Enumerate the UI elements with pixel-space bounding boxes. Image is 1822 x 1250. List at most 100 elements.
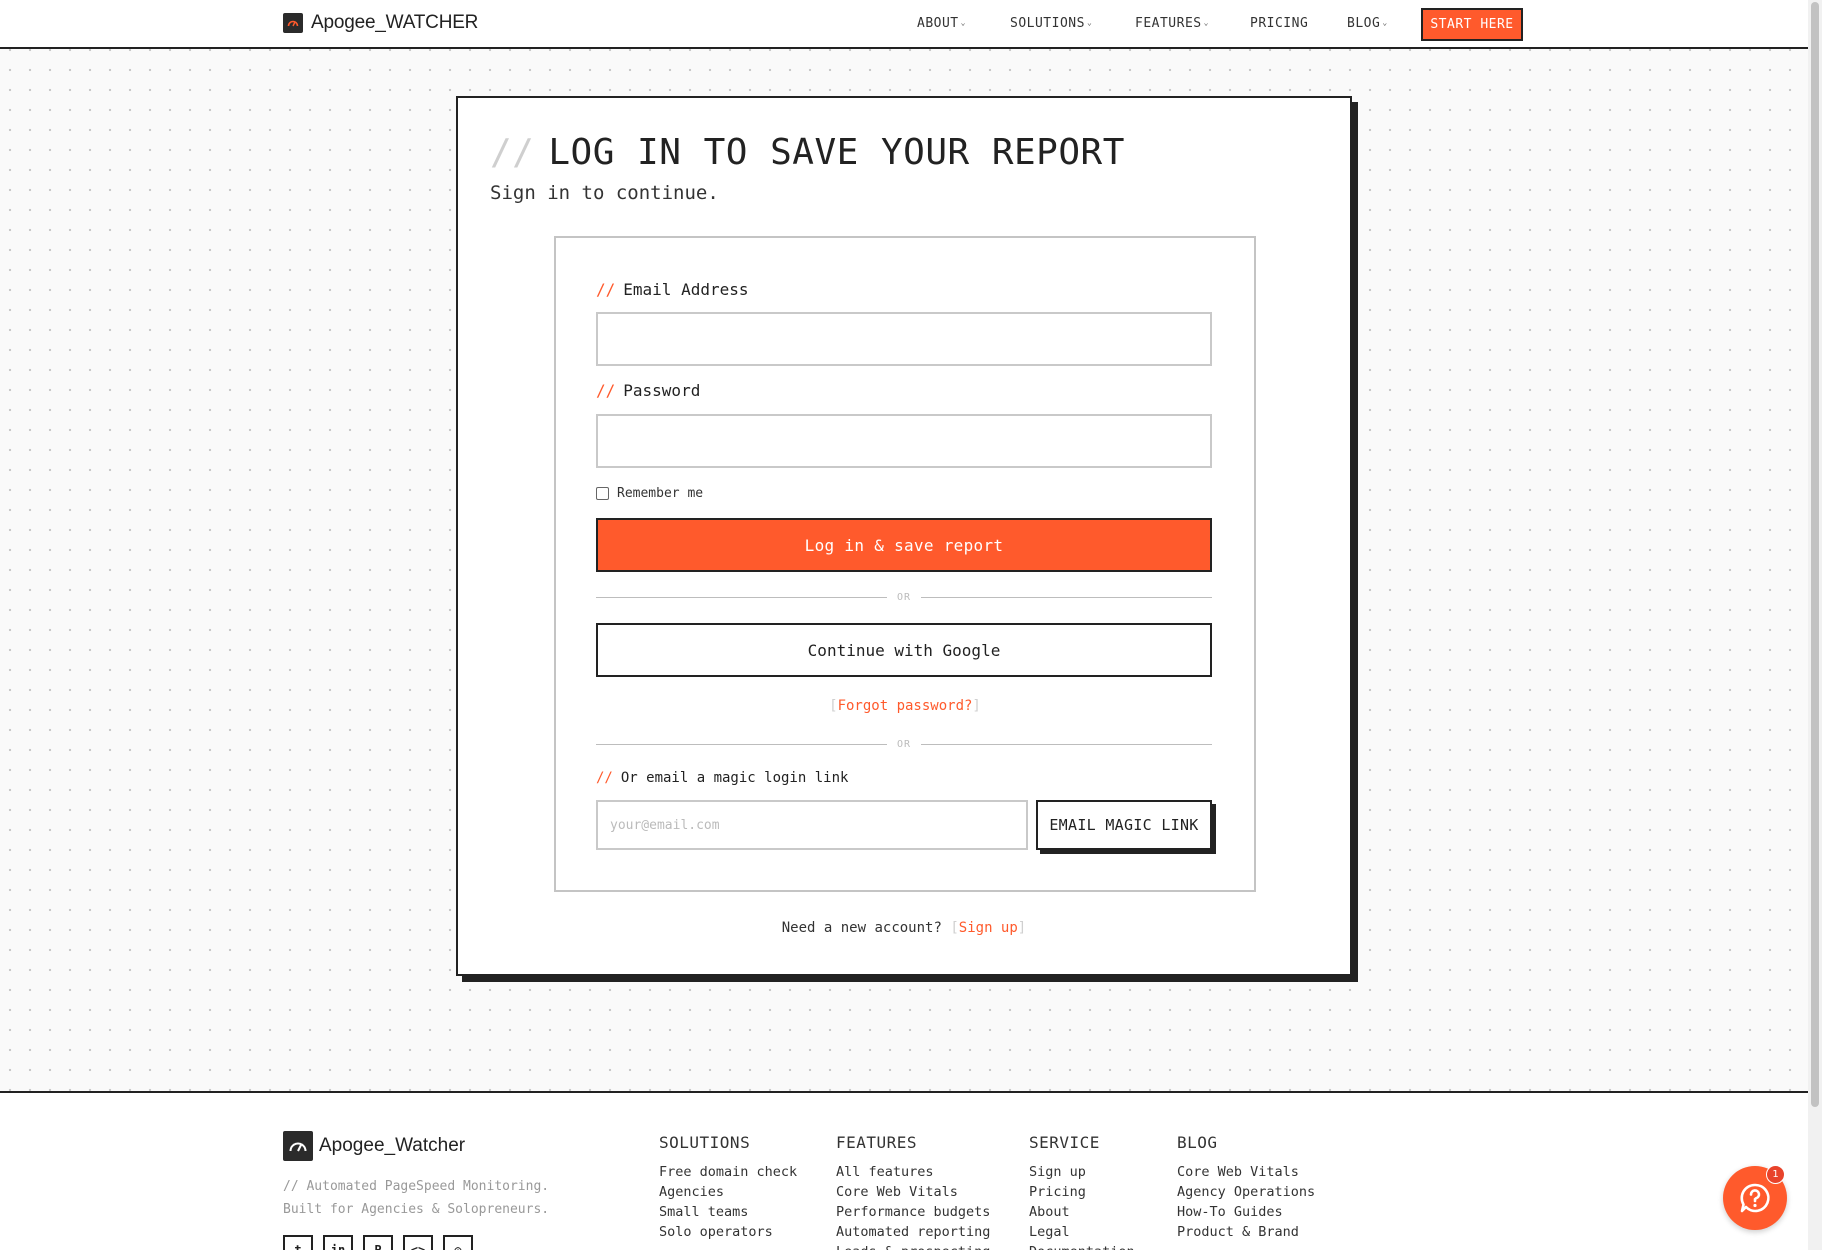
password-label: // Password — [596, 381, 700, 400]
scrollbar[interactable] — [1808, 0, 1822, 1250]
or-divider: OR — [596, 737, 1213, 751]
footer-link[interactable]: Agency Operations — [1177, 1182, 1315, 1202]
footer-tagline: // Automated PageSpeed Monitoring. Built… — [283, 1175, 549, 1221]
footer-col-features: FEATURES All features Core Web Vitals Pe… — [836, 1133, 990, 1250]
social-links: t in P <> ◎ — [283, 1235, 473, 1250]
nav-about-label: ABOUT — [917, 16, 959, 31]
password-field[interactable] — [596, 414, 1212, 468]
footer-link[interactable]: Documentation — [1029, 1242, 1135, 1250]
footer-link[interactable]: Leads & prospecting — [836, 1242, 990, 1250]
bracket-open: [ — [829, 698, 838, 714]
footer-col-blog: BLOG Core Web Vitals Agency Operations H… — [1177, 1133, 1315, 1242]
title-slashes: // — [490, 132, 535, 173]
footer-link[interactable]: How-To Guides — [1177, 1202, 1315, 1222]
nav-pricing-label: PRICING — [1250, 16, 1309, 31]
chevron-down-icon: ⌄ — [1203, 18, 1209, 27]
footer-link[interactable]: About — [1029, 1202, 1135, 1222]
email-magic-link-button[interactable]: EMAIL MAGIC LINK — [1036, 800, 1212, 850]
footer-link[interactable]: Solo operators — [659, 1222, 797, 1242]
magic-link-label-text: Or email a magic login link — [620, 770, 849, 786]
email-label-text: Email Address — [623, 280, 749, 299]
footer-link[interactable]: Performance budgets — [836, 1202, 990, 1222]
divider-line — [921, 596, 1213, 598]
label-accent: // — [596, 770, 613, 786]
divider-line — [921, 743, 1213, 745]
footer-link[interactable]: Small teams — [659, 1202, 797, 1222]
footer-link[interactable]: Pricing — [1029, 1182, 1135, 1202]
footer-link[interactable]: Core Web Vitals — [836, 1182, 990, 1202]
brand-name: Apogee_WATCHER — [311, 12, 479, 33]
footer-link[interactable]: Legal — [1029, 1222, 1135, 1242]
nav-features-label: FEATURES — [1135, 16, 1202, 31]
footer-link[interactable]: Agencies — [659, 1182, 797, 1202]
footer-col-title: FEATURES — [836, 1133, 918, 1152]
login-form: // Email Address // Password Remember me L… — [554, 236, 1256, 892]
footer-link[interactable]: Sign up — [1029, 1162, 1135, 1182]
nav-about[interactable]: ABOUT ⌄ — [917, 16, 966, 31]
chevron-down-icon: ⌄ — [1382, 18, 1388, 27]
forgot-password-link[interactable]: [Forgot password?] — [556, 698, 1254, 714]
footer-link[interactable]: All features — [836, 1162, 990, 1182]
start-here-button[interactable]: START HERE — [1421, 8, 1523, 41]
or-divider: OR — [596, 590, 1213, 604]
signup-link[interactable]: Sign up — [959, 920, 1018, 936]
footer-brand[interactable]: Apogee_Watcher — [283, 1131, 465, 1161]
footer-col-service: SERVICE Sign up Pricing About Legal Docu… — [1029, 1133, 1135, 1250]
chevron-down-icon: ⌄ — [960, 18, 966, 27]
nav-pricing[interactable]: PRICING — [1250, 16, 1308, 31]
gauge-logo-icon — [283, 13, 303, 33]
magic-link-label: // Or email a magic login link — [596, 770, 848, 786]
instagram-icon[interactable]: ◎ — [443, 1235, 473, 1250]
code-icon[interactable]: <> — [403, 1235, 433, 1250]
brand-logo-link[interactable]: Apogee_WATCHER — [283, 12, 478, 34]
footer-link[interactable]: Automated reporting — [836, 1222, 990, 1242]
divider-line — [596, 743, 887, 745]
nav-solutions-label: SOLUTIONS — [1010, 16, 1085, 31]
login-card: // LOG IN TO SAVE YOUR REPORT Sign in to … — [456, 96, 1352, 976]
linkedin-icon[interactable]: in — [323, 1235, 353, 1250]
label-accent: // — [596, 381, 616, 400]
email-field[interactable] — [596, 312, 1212, 366]
email-label: // Email Address — [596, 280, 749, 299]
nav-blog[interactable]: BLOG ⌄ — [1347, 16, 1388, 31]
or-text: OR — [896, 591, 912, 603]
site-footer: Apogee_Watcher // Automated PageSpeed Mo… — [0, 1091, 1808, 1250]
twitter-icon[interactable]: t — [283, 1235, 313, 1250]
footer-col-solutions: SOLUTIONS Free domain check Agencies Sma… — [659, 1133, 797, 1242]
scrollbar-thumb[interactable] — [1811, 2, 1819, 1107]
forgot-password-text[interactable]: Forgot password? — [838, 698, 973, 714]
footer-col-title: BLOG — [1177, 1133, 1218, 1152]
notification-badge: 1 — [1766, 1165, 1785, 1184]
footer-link[interactable]: Core Web Vitals — [1177, 1162, 1315, 1182]
top-navigation-bar: Apogee_WATCHER ABOUT ⌄ SOLUTIONS ⌄ FEATURE… — [0, 0, 1808, 49]
page-subtitle: Sign in to continue. — [490, 182, 719, 204]
producthunt-icon[interactable]: P — [363, 1235, 393, 1250]
or-text: OR — [896, 738, 912, 750]
password-label-text: Password — [623, 381, 701, 400]
nav-solutions[interactable]: SOLUTIONS ⌄ — [1010, 16, 1092, 31]
login-save-button[interactable]: Log in & save report — [596, 518, 1212, 572]
footer-tagline-line-2: Built for Agencies & Solopreneurs. — [283, 1202, 550, 1217]
footer-col-title: SOLUTIONS — [659, 1133, 751, 1152]
footer-link[interactable]: Product & Brand — [1177, 1222, 1315, 1242]
signup-prompt: Need a new account? [Sign up] — [458, 920, 1350, 936]
footer-link[interactable]: Free domain check — [659, 1162, 797, 1182]
footer-col-title: SERVICE — [1029, 1133, 1100, 1152]
signup-prompt-text: Need a new account? — [781, 920, 942, 936]
google-signin-button[interactable]: Continue with Google — [596, 623, 1212, 677]
divider-line — [596, 596, 887, 598]
footer-brand-name: Apogee_Watcher — [319, 1135, 466, 1156]
remember-me-checkbox[interactable] — [596, 487, 609, 500]
help-chat-icon — [1740, 1183, 1770, 1213]
page-title-text: LOG IN TO SAVE YOUR REPORT — [548, 132, 1125, 173]
label-accent: // — [596, 280, 616, 299]
bracket-close: ] — [1017, 920, 1027, 936]
nav-features[interactable]: FEATURES ⌄ — [1135, 16, 1209, 31]
remember-me[interactable]: Remember me — [596, 486, 703, 501]
magic-link-email-input[interactable]: your@email.com — [596, 800, 1028, 850]
footer-tagline-line-1: // Automated PageSpeed Monitoring. — [283, 1179, 550, 1194]
chevron-down-icon: ⌄ — [1086, 18, 1093, 27]
nav-blog-label: BLOG — [1347, 16, 1381, 31]
page-title: // LOG IN TO SAVE YOUR REPORT — [490, 132, 1125, 173]
gauge-logo-icon — [283, 1131, 313, 1161]
